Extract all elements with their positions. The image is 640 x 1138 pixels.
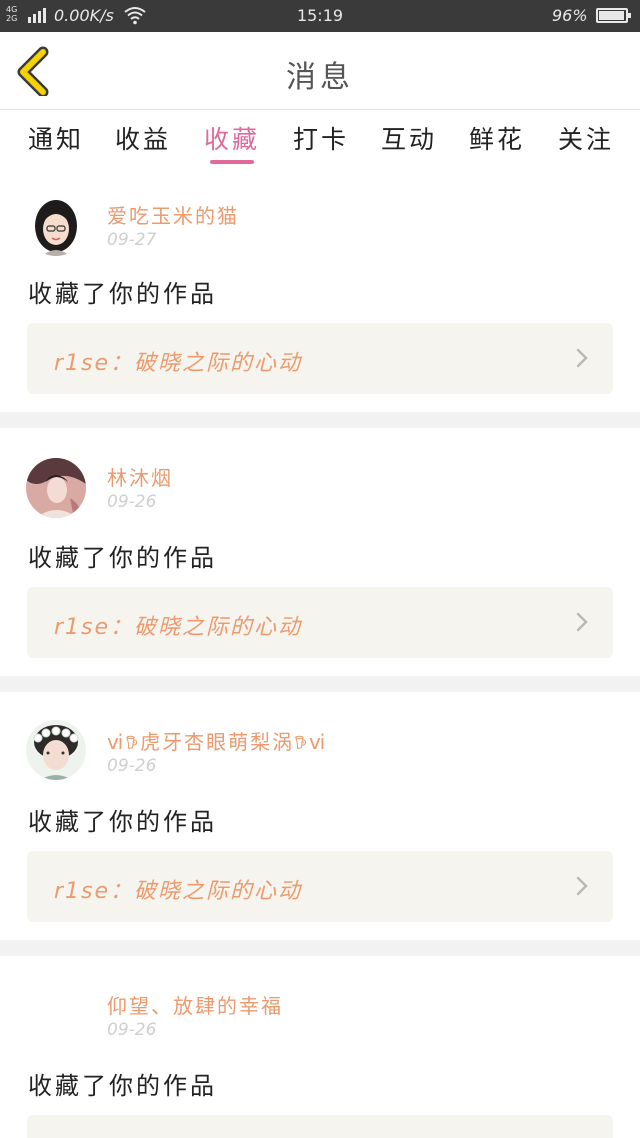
battery-percent: 96% [552, 6, 588, 25]
work-link[interactable] [27, 1115, 613, 1138]
chevron-right-icon [576, 876, 588, 896]
tab-earnings[interactable]: 收益 [98, 120, 188, 156]
tab-flowers[interactable]: 鲜花 [452, 120, 542, 156]
clock: 15:19 [296, 6, 344, 25]
tab-label: 通知 [27, 125, 84, 154]
list-item: 林沐烟 09-26 收藏了你的作品 r1se：破晓之际的心动 [0, 428, 640, 676]
status-bar: 4G 2G 0.00K/s 15:19 96% [0, 0, 640, 32]
username[interactable]: 林沐烟 [107, 462, 173, 491]
divider [0, 412, 640, 428]
header: 消息 [0, 32, 640, 110]
username[interactable]: 仰望、放肆的幸福 [107, 990, 283, 1019]
work-title: r1se：破晓之际的心动 [54, 615, 303, 640]
active-tab-indicator [210, 160, 254, 164]
tab-label: 打卡 [292, 125, 349, 154]
divider [0, 940, 640, 956]
work-title: r1se：破晓之际的心动 [54, 879, 303, 904]
avatar[interactable] [26, 458, 86, 518]
work-title: r1se：破晓之际的心动 [54, 351, 303, 376]
list-item: 爱吃玉米的猫 09-27 收藏了你的作品 r1se：破晓之际的心动 [0, 170, 640, 412]
date: 09-26 [107, 756, 157, 776]
date: 09-26 [107, 492, 157, 512]
date: 09-26 [107, 1020, 157, 1040]
page-title: 消息 [286, 60, 354, 95]
tab-favorites[interactable]: 收藏 [187, 120, 277, 164]
avatar[interactable] [26, 720, 86, 780]
tab-checkin[interactable]: 打卡 [276, 120, 366, 156]
avatar-image [35, 200, 77, 256]
list-item: ⅵ𖠚虎牙杏眼萌梨涡𖠚ⅵ 09-26 收藏了你的作品 r1se：破晓之际的心动 [0, 692, 640, 940]
work-link[interactable]: r1se：破晓之际的心动 [27, 323, 613, 394]
divider [0, 676, 640, 692]
work-link[interactable]: r1se：破晓之际的心动 [27, 587, 613, 658]
tab-notification[interactable]: 通知 [11, 120, 101, 156]
username[interactable]: 爱吃玉米的猫 [107, 200, 239, 229]
tab-label: 互动 [380, 125, 437, 154]
battery-icon [596, 8, 631, 23]
action-text: 收藏了你的作品 [28, 808, 217, 836]
avatar-image [26, 720, 86, 780]
work-link[interactable]: r1se：破晓之际的心动 [27, 851, 613, 922]
action-text: 收藏了你的作品 [28, 544, 217, 572]
tab-label: 鲜花 [468, 125, 525, 154]
tab-label: 关注 [557, 125, 614, 154]
avatar[interactable] [26, 984, 86, 1044]
avatar[interactable] [26, 196, 86, 256]
tab-interaction[interactable]: 互动 [364, 120, 454, 156]
tab-bar: 通知 收益 收藏 打卡 互动 鲜花 关注 [0, 110, 640, 170]
action-text: 收藏了你的作品 [28, 280, 217, 308]
action-text: 收藏了你的作品 [28, 1072, 217, 1100]
chevron-right-icon [576, 348, 588, 368]
avatar-image [26, 458, 86, 518]
username[interactable]: ⅵ𖠚虎牙杏眼萌梨涡𖠚ⅵ [107, 726, 327, 755]
tab-follow[interactable]: 关注 [541, 120, 631, 156]
date: 09-27 [107, 230, 157, 250]
list-item: 仰望、放肆的幸福 09-26 收藏了你的作品 [0, 956, 640, 1138]
tab-label: 收益 [114, 125, 171, 154]
battery-fill [599, 11, 624, 20]
tab-label: 收藏 [203, 125, 260, 154]
chevron-right-icon [576, 612, 588, 632]
